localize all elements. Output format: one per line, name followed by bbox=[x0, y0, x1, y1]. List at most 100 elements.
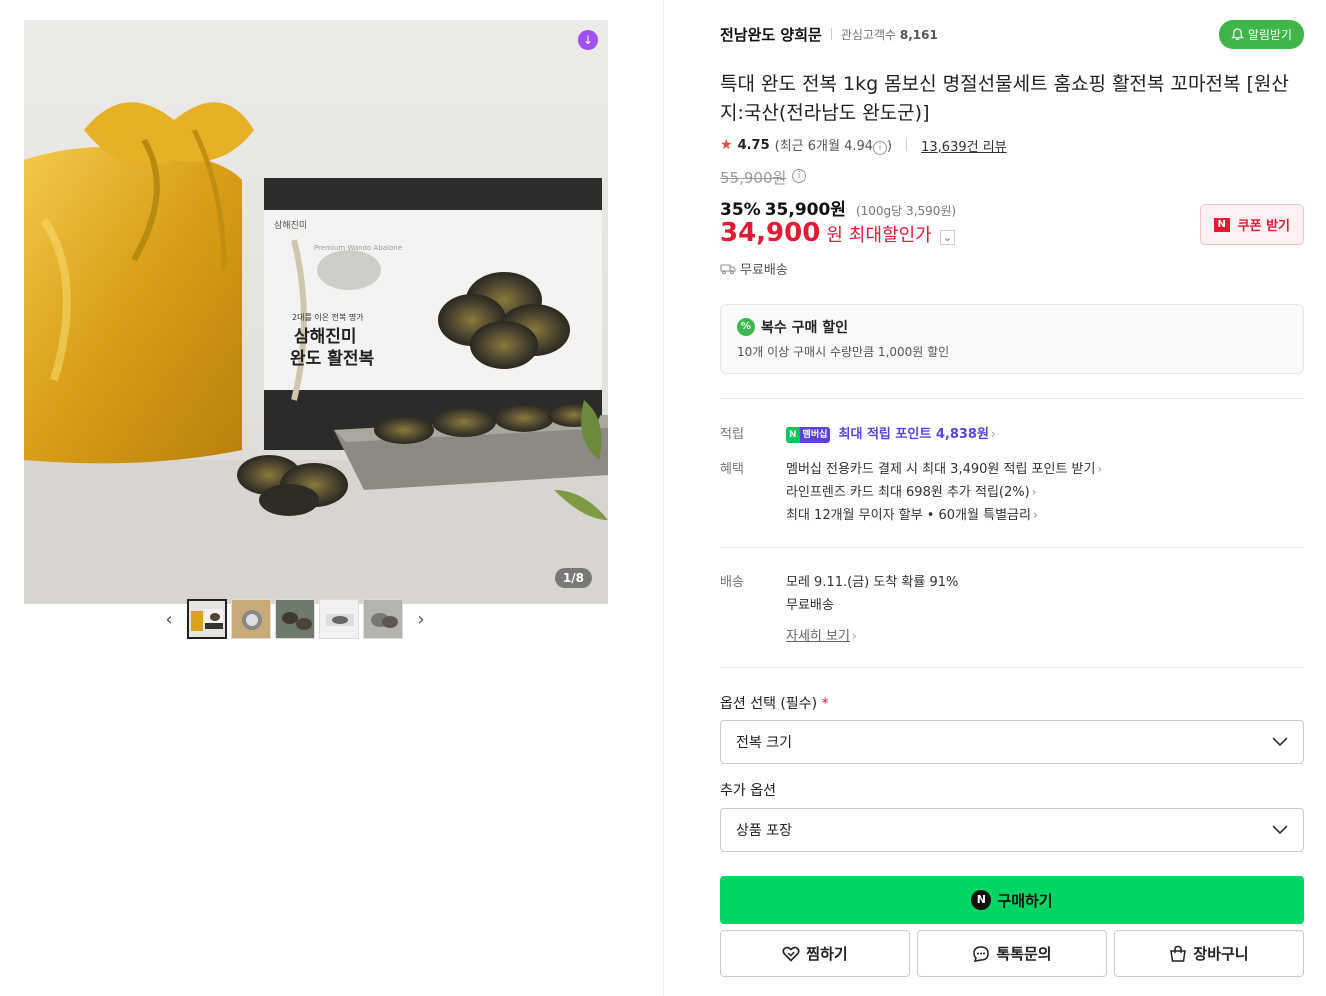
delivery-label: 배송 bbox=[720, 575, 744, 590]
points-row[interactable]: N 멤버십 최대 적립 포인트 4,838원 › bbox=[786, 423, 996, 443]
divider bbox=[720, 547, 1304, 548]
thumbnail-strip: ‹ › bbox=[155, 599, 435, 639]
percent-icon: % bbox=[737, 318, 755, 336]
naver-membership-badge: N 멤버십 bbox=[786, 426, 831, 443]
separator bbox=[830, 28, 832, 40]
alarm-button[interactable]: 알림받기 bbox=[1218, 20, 1304, 49]
chat-icon bbox=[973, 945, 990, 962]
badge-membership: 멤버십 bbox=[799, 426, 831, 443]
required-option-value: 전복 크기 bbox=[736, 735, 792, 751]
benefit-text: 라인프렌즈 카드 최대 698원 추가 적립(2%) bbox=[786, 485, 1030, 500]
benefit-text: 최대 12개월 무이자 할부 • 60개월 특별금리 bbox=[786, 508, 1031, 523]
talk-button[interactable]: 톡톡문의 bbox=[917, 930, 1107, 977]
buy-button[interactable]: N 구매하기 bbox=[720, 876, 1304, 924]
discount-percent: 35% bbox=[720, 200, 761, 220]
multi-purchase-discount: % 복수 구매 할인 10개 이상 구매시 수량만큼 1,000원 할인 bbox=[720, 304, 1304, 374]
unit-price: (100g당 3,590원) bbox=[855, 204, 957, 218]
chevron-right-icon: › bbox=[990, 427, 996, 441]
svg-text:2대를 이은 전복 명가: 2대를 이은 전복 명가 bbox=[292, 312, 364, 322]
divider bbox=[720, 667, 1304, 668]
star-icon: ★ bbox=[720, 137, 733, 153]
recent-rating-close: ) bbox=[887, 139, 893, 154]
divider bbox=[720, 398, 1304, 399]
chevron-down-icon[interactable]: ⌄ bbox=[939, 230, 955, 245]
info-icon[interactable]: i bbox=[873, 141, 888, 155]
wish-label: 찜하기 bbox=[806, 945, 848, 963]
thumbnail-5[interactable] bbox=[363, 599, 403, 639]
badge-n: N bbox=[786, 426, 800, 443]
shipping-text: 무료배송 bbox=[740, 263, 788, 278]
svg-text:완도 활전복: 완도 활전복 bbox=[290, 348, 374, 369]
prev-arrow-icon[interactable]: ‹ bbox=[155, 599, 183, 639]
benefit-item-3[interactable]: 최대 12개월 무이자 할부 • 60개월 특별금리 › bbox=[786, 504, 1038, 523]
required-option-select[interactable]: 전복 크기 bbox=[720, 720, 1304, 764]
max-won: 원 bbox=[826, 225, 843, 246]
chevron-down-icon bbox=[1272, 825, 1288, 835]
svg-text:Premium Wando Abalone: Premium Wando Abalone bbox=[314, 244, 402, 252]
fans-count: 관심고객수 8,161 bbox=[841, 26, 938, 43]
price-info-icon[interactable]: i bbox=[792, 169, 806, 183]
thumbnail-3[interactable] bbox=[275, 599, 315, 639]
original-price: 55,900원 bbox=[720, 169, 787, 187]
delivery-detail-link[interactable]: 자세히 보기 › bbox=[786, 625, 857, 644]
product-title: 특대 완도 전복 1kg 몸보신 명절선물세트 홈쇼핑 활전복 꼬마전복 [원산… bbox=[720, 73, 1289, 124]
delivery-fee: 무료배송 bbox=[786, 598, 834, 613]
detail-link-text: 자세히 보기 bbox=[786, 629, 850, 644]
next-arrow-icon[interactable]: › bbox=[407, 599, 435, 639]
fans-label: 관심고객수 bbox=[840, 27, 897, 42]
reviews-link[interactable]: 13,639건 리뷰 bbox=[921, 136, 1007, 155]
rating-row: ★ 4.75 (최근 6개월 4.94 i) 13,639건 리뷰 bbox=[720, 135, 1007, 155]
coupon-button[interactable]: N 쿠폰 받기 bbox=[1199, 204, 1304, 245]
benefits-label: 혜택 bbox=[720, 462, 744, 477]
product-gallery: 삼해진미 2대를 이은 전복 명가 삼해진미 완도 활전복 Premium Wa… bbox=[24, 20, 608, 604]
chevron-right-icon: › bbox=[851, 629, 857, 643]
truck-icon bbox=[720, 264, 736, 274]
extra-option-value: 상품 포장 bbox=[736, 823, 792, 839]
thumbnail-4[interactable] bbox=[319, 599, 359, 639]
talk-label: 톡톡문의 bbox=[996, 945, 1052, 963]
thumbnail-1[interactable] bbox=[187, 599, 227, 639]
naver-n-icon: N bbox=[1213, 217, 1230, 232]
max-discount-row: 34,900 원 최대할인가 ⌄ bbox=[720, 218, 955, 248]
chevron-down-icon bbox=[1272, 737, 1288, 747]
max-discount-label[interactable]: 최대할인가 bbox=[849, 221, 932, 247]
max-discount-price: 34,900 bbox=[720, 218, 821, 248]
download-icon[interactable]: ↓ bbox=[578, 30, 598, 50]
chevron-right-icon: › bbox=[1032, 508, 1038, 522]
main-product-image[interactable]: 삼해진미 2대를 이은 전복 명가 삼해진미 완도 활전복 Premium Wa… bbox=[24, 20, 608, 604]
required-option-text: 옵션 선택 (필수) bbox=[720, 696, 818, 712]
rating-score: 4.75 bbox=[737, 137, 770, 153]
cart-button[interactable]: 장바구니 bbox=[1114, 930, 1304, 977]
extra-option-select[interactable]: 상품 포장 bbox=[720, 808, 1304, 852]
store-header: 전남완도 양희문 관심고객수 8,161 알림받기 bbox=[720, 20, 1304, 49]
points-label: 적립 bbox=[720, 427, 744, 442]
fans-number: 8,161 bbox=[899, 27, 938, 42]
multi-discount-title-row: % 복수 구매 할인 bbox=[737, 317, 1287, 337]
sale-price: 35,900원 bbox=[764, 200, 846, 220]
chevron-right-icon: › bbox=[1031, 485, 1037, 499]
product-photo: 삼해진미 2대를 이은 전복 명가 삼해진미 완도 활전복 Premium Wa… bbox=[24, 20, 608, 604]
column-divider bbox=[663, 0, 664, 996]
store-name[interactable]: 전남완도 양희문 bbox=[720, 24, 822, 45]
wish-button[interactable]: 찜하기 bbox=[720, 930, 910, 977]
required-option-label: 옵션 선택 (필수) * bbox=[720, 693, 829, 713]
svg-text:삼해진미: 삼해진미 bbox=[294, 327, 357, 347]
heart-icon bbox=[782, 946, 800, 962]
coupon-label: 쿠폰 받기 bbox=[1237, 219, 1290, 234]
chevron-right-icon: › bbox=[1097, 462, 1103, 476]
buy-label: 구매하기 bbox=[997, 891, 1053, 910]
benefit-item-2[interactable]: 라인프렌즈 카드 최대 698원 추가 적립(2%) › bbox=[786, 481, 1037, 500]
benefit-text: 멤버십 전용카드 결제 시 최대 3,490원 적립 포인트 받기 bbox=[786, 462, 1096, 477]
free-shipping: 무료배송 bbox=[720, 259, 788, 278]
naver-pay-icon: N bbox=[971, 890, 992, 910]
svg-text:삼해진미: 삼해진미 bbox=[274, 220, 307, 231]
secondary-actions: 찜하기 톡톡문의 장바구니 bbox=[720, 930, 1304, 977]
multi-discount-title: 복수 구매 할인 bbox=[761, 320, 849, 336]
recent-rating-text: (최근 6개월 4.94 bbox=[774, 139, 874, 154]
alarm-label: 알림받기 bbox=[1247, 28, 1292, 42]
delivery-eta: 모레 9.11.(금) 도착 확률 91% bbox=[786, 575, 959, 590]
thumbnail-2[interactable] bbox=[231, 599, 271, 639]
separator bbox=[906, 139, 908, 151]
benefit-item-1[interactable]: 멤버십 전용카드 결제 시 최대 3,490원 적립 포인트 받기 › bbox=[786, 458, 1102, 477]
shopping-bag-icon bbox=[1170, 945, 1187, 962]
